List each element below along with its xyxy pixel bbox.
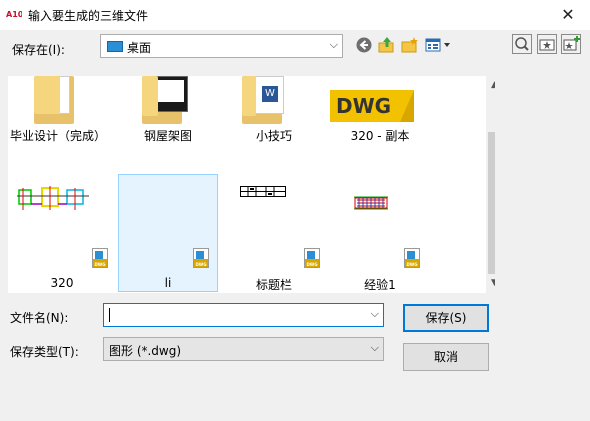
lookin-value: 桌面 [127, 41, 152, 55]
search-web-icon[interactable] [512, 34, 532, 54]
file-item-folder[interactable]: 毕业设计（完成） [8, 76, 108, 151]
file-item-dwg[interactable]: DWG 320 [12, 174, 112, 292]
filetype-value: 图形 (*.dwg) [109, 344, 182, 358]
dwg-file-icon: DWG [193, 248, 209, 268]
file-item-dwg[interactable]: DWG 经验1 [330, 174, 430, 292]
file-item-label: 标题栏 [255, 278, 292, 292]
file-item-folder[interactable]: 钢屋架图 [118, 76, 218, 151]
text-caret [109, 308, 110, 322]
file-item-label: 钢屋架图 [143, 129, 192, 143]
favorites-icon[interactable] [537, 34, 557, 54]
add-favorite-icon[interactable] [561, 34, 581, 54]
chevron-down-icon[interactable]: ⌵ [371, 307, 379, 321]
save-button[interactable]: 保存(S) [403, 304, 489, 332]
lookin-dropdown[interactable]: 桌面 ⌵ [100, 34, 343, 58]
file-item-dwg[interactable]: DWG 标题栏 [224, 174, 324, 292]
filename-label: 文件名(N): [10, 311, 69, 325]
file-item-label: 经验1 [364, 278, 396, 292]
close-button[interactable]: ✕ [546, 0, 590, 30]
chevron-down-icon: ⌵ [370, 341, 379, 354]
file-list-pane[interactable]: 毕业设计（完成） 钢屋架图 W 小技巧 DWG 320 - 副本 DWG 320… [8, 76, 495, 293]
up-folder-icon[interactable] [378, 36, 396, 54]
filetype-dropdown[interactable]: 图形 (*.dwg) ⌵ [103, 337, 384, 361]
file-item-label: 320 [50, 276, 74, 290]
vertical-scrollbar[interactable]: ▲ ▼ [486, 76, 495, 293]
dwg-file-icon: DWG [304, 248, 320, 268]
dwg-large-icon: DWG [330, 76, 414, 122]
drawing-thumbnail [240, 186, 286, 197]
file-item-folder[interactable]: W 小技巧 [224, 76, 324, 151]
file-item-label: li [164, 276, 172, 290]
window-title: 输入要生成的三维文件 [28, 9, 149, 23]
file-item-label: 小技巧 [255, 129, 292, 143]
autocad-app-icon: A10 [6, 7, 22, 21]
dwg-file-icon: DWG [404, 248, 420, 268]
chevron-down-icon: ⌵ [329, 38, 338, 51]
drawing-thumbnail [354, 196, 388, 210]
file-item-label: 毕业设计（完成） [9, 129, 106, 143]
file-item-dwg[interactable]: DWG 320 - 副本 [330, 76, 430, 151]
title-bar: A10 输入要生成的三维文件 ✕ [0, 0, 590, 30]
new-folder-icon[interactable] [401, 36, 419, 54]
file-item-dwg-selected[interactable]: DWG li [118, 174, 218, 292]
views-menu-icon[interactable] [424, 36, 452, 54]
dwg-file-icon: DWG [92, 248, 108, 268]
desktop-icon [107, 41, 123, 52]
word-doc-icon: W [262, 86, 278, 102]
close-icon: ✕ [561, 5, 575, 24]
back-icon[interactable] [355, 36, 373, 54]
scrollbar-thumb[interactable] [488, 132, 495, 274]
drawing-thumbnail [17, 186, 89, 210]
svg-text:A10: A10 [6, 10, 22, 19]
scroll-down-icon[interactable]: ▼ [486, 278, 495, 288]
filetype-label: 保存类型(T): [10, 345, 79, 359]
file-item-label: 320 - 副本 [350, 129, 410, 143]
filename-input[interactable]: ⌵ [103, 303, 384, 327]
scroll-up-icon[interactable]: ▲ [486, 80, 495, 90]
cancel-button[interactable]: 取消 [403, 343, 489, 371]
lookin-label: 保存在(I): [12, 43, 65, 57]
